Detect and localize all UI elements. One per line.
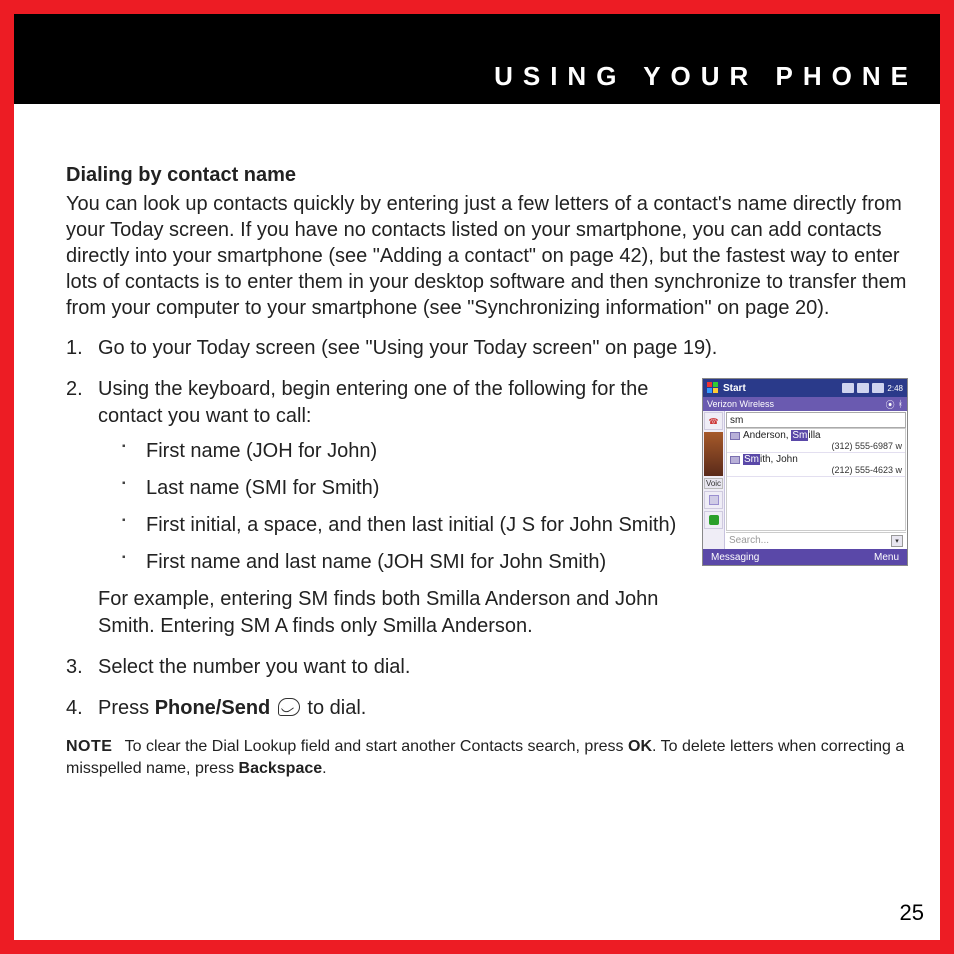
contact-card-icon <box>730 432 740 440</box>
bullet-first-last: First name and last name (JOH SMI for Jo… <box>122 549 684 576</box>
step2-row: Using the keyboard, begin entering one o… <box>66 376 908 654</box>
battery-icon <box>872 383 884 393</box>
home-shortcut-icon <box>704 491 723 509</box>
app-shortcut-icon <box>704 511 723 529</box>
step-4: Press Phone/Send to dial. <box>66 695 908 722</box>
page-number: 25 <box>900 900 924 926</box>
phone-send-icon <box>278 698 300 716</box>
phone-screenshot: Start 2:48 Verizon Wireless ⦿ ᚼ <box>702 378 908 566</box>
dial-lookup-value: sm <box>730 415 743 426</box>
step-2-example: For example, entering SM finds both Smil… <box>98 586 684 640</box>
contact-result-row[interactable]: Smith, John (212) 555-4623 w <box>727 453 905 477</box>
shot-titlebar: Start 2:48 <box>703 379 907 397</box>
shot-left-sidebar: ☎ Voic <box>703 411 725 549</box>
step-4-bold: Phone/Send <box>155 697 271 719</box>
dial-lookup-input[interactable]: sm <box>726 412 906 428</box>
bullet-last-name: Last name (SMI for Smith) <box>122 475 684 502</box>
note-label: NOTE <box>66 738 112 755</box>
chapter-title: USING YOUR PHONE <box>494 61 918 92</box>
contact-number: (312) 555-6987 w <box>730 441 902 451</box>
steps-list: Go to your Today screen (see "Using your… <box>66 335 908 362</box>
shot-carrier-bar: Verizon Wireless ⦿ ᚼ <box>703 397 907 411</box>
nav-left-icon: ⦿ <box>886 398 895 411</box>
contact-card-icon <box>730 456 740 464</box>
step-4-pre: Press <box>98 697 155 719</box>
softkey-right[interactable]: Menu <box>874 552 899 563</box>
bullet-first-name: First name (JOH for John) <box>122 438 684 465</box>
note-b1: OK <box>628 738 652 755</box>
search-row[interactable]: Search... ▾ <box>726 532 906 548</box>
chapter-banner: USING YOUR PHONE <box>14 14 940 104</box>
contact-name: Anderson, Smilla <box>743 430 821 441</box>
contact-result-row[interactable]: Anderson, Smilla (312) 555-6987 w <box>727 429 905 453</box>
phone-app-icon: ☎ <box>704 412 723 430</box>
step-2-bullets: First name (JOH for John) Last name (SMI… <box>122 438 684 576</box>
contact-name: Smith, John <box>743 454 798 465</box>
step-3-text: Select the number you want to dial. <box>98 656 410 678</box>
shot-status-icons: 2:48 <box>842 383 903 393</box>
shot-softkey-bar: Messaging Menu <box>703 549 907 565</box>
bullet-initials: First initial, a space, and then last in… <box>122 512 684 539</box>
signal-icon <box>857 383 869 393</box>
note-b2: Backspace <box>239 760 323 777</box>
step-1: Go to your Today screen (see "Using your… <box>66 335 908 362</box>
content-area: Dialing by contact name You can look up … <box>66 124 908 920</box>
section-intro: You can look up contacts quickly by ente… <box>66 191 908 321</box>
step-3: Select the number you want to dial. <box>66 654 908 681</box>
voicemail-label: Voic <box>704 478 723 489</box>
bluetooth-icon: ᚼ <box>898 399 903 409</box>
contact-number: (212) 555-4623 w <box>730 465 902 475</box>
section-title: Dialing by contact name <box>66 164 908 187</box>
shot-start-label: Start <box>723 383 746 394</box>
step-4-post: to dial. <box>307 697 366 719</box>
manual-page: USING YOUR PHONE Dialing by contact name… <box>0 0 954 954</box>
ev-icon <box>842 383 854 393</box>
note-t3: . <box>322 760 326 777</box>
step-2: Using the keyboard, begin entering one o… <box>66 376 684 640</box>
step-1-text: Go to your Today screen (see "Using your… <box>98 337 717 359</box>
shot-clock: 2:48 <box>887 384 903 393</box>
contact-photo <box>704 432 723 476</box>
note-block: NOTE To clear the Dial Lookup field and … <box>66 736 908 779</box>
note-t1: To clear the Dial Lookup field and start… <box>125 738 628 755</box>
search-placeholder: Search... <box>729 535 769 546</box>
dropdown-icon[interactable]: ▾ <box>891 535 903 547</box>
shot-carrier: Verizon Wireless <box>707 399 774 409</box>
contact-results-list: Anderson, Smilla (312) 555-6987 w Smith,… <box>726 428 906 531</box>
windows-flag-icon <box>707 382 719 394</box>
step-2-text: Using the keyboard, begin entering one o… <box>98 378 648 427</box>
softkey-left[interactable]: Messaging <box>711 552 759 563</box>
